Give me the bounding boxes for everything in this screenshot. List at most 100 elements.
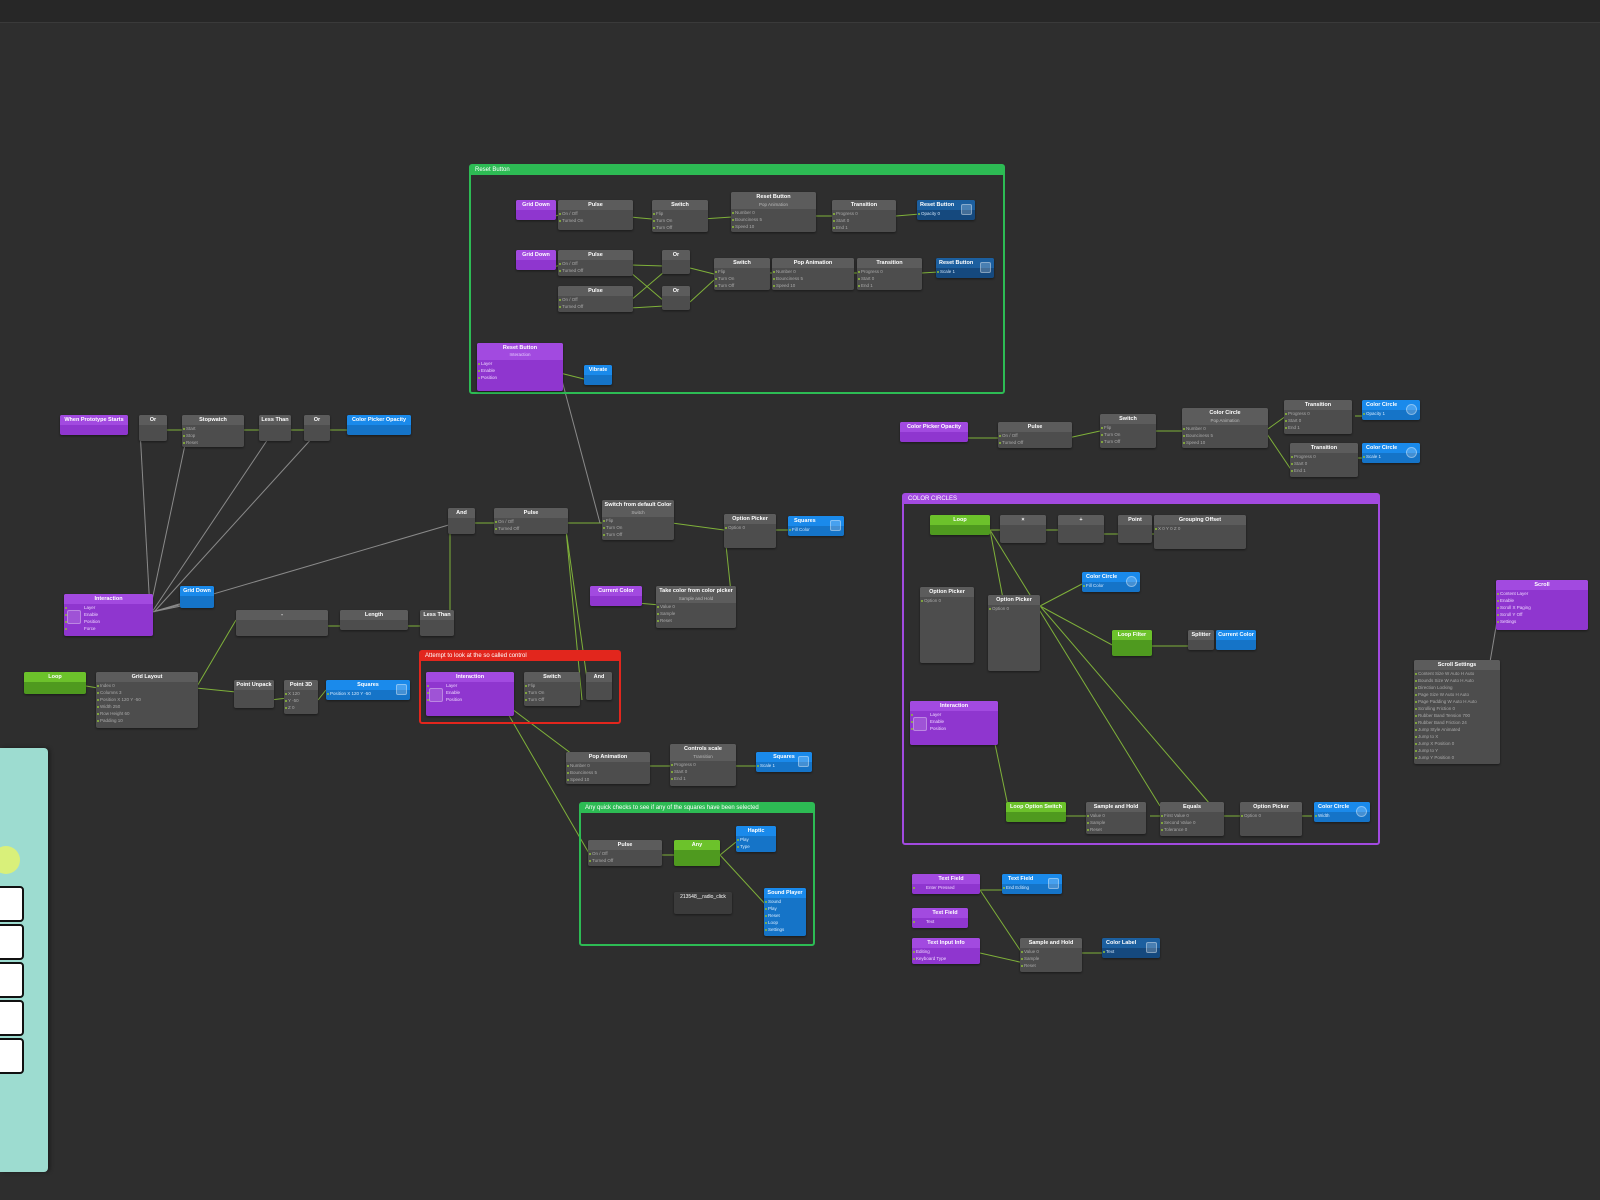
port[interactable]: Bounciness 5: [772, 275, 854, 282]
controls-scale-patch[interactable]: Controls scale Transition Progress 0 Start …: [670, 744, 736, 786]
text-field-patch[interactable]: Text Field Text: [912, 908, 968, 928]
square[interactable]: [0, 924, 24, 960]
port[interactable]: Sample: [1086, 819, 1146, 826]
port[interactable]: Index 0: [96, 682, 198, 689]
port[interactable]: Flip: [652, 210, 708, 217]
splitter-patch[interactable]: Splitter: [1188, 630, 1214, 650]
port[interactable]: Start 0: [857, 275, 922, 282]
square[interactable]: [0, 886, 24, 922]
pop-animation-patch[interactable]: Pop Animation Number 0 Bounciness 5 Speed 1…: [772, 258, 854, 290]
or-patch[interactable]: Or: [662, 286, 690, 310]
length-patch[interactable]: Length: [340, 610, 408, 630]
port[interactable]: Padding 10: [96, 717, 198, 724]
port[interactable]: Layer: [477, 360, 563, 367]
port[interactable]: Enter Pressed: [912, 884, 980, 891]
port[interactable]: Option 0: [920, 597, 974, 604]
stopwatch-patch[interactable]: Stopwatch Start Stop Reset: [182, 415, 244, 447]
port[interactable]: Progress 0: [1284, 410, 1352, 417]
port[interactable]: Option 0: [988, 605, 1040, 612]
port[interactable]: Text: [912, 918, 968, 925]
add-patch[interactable]: +: [1058, 515, 1104, 543]
or-patch[interactable]: Or: [304, 415, 330, 441]
pulse-patch[interactable]: Pulse On / Off Turned Off: [494, 508, 568, 534]
port[interactable]: Start 0: [1284, 417, 1352, 424]
port[interactable]: Position X 120 Y -50: [96, 696, 198, 703]
squares-position-patch[interactable]: Squares Position X 120 Y -50: [326, 680, 410, 700]
port[interactable]: Reset: [764, 912, 806, 919]
port[interactable]: Turn Off: [524, 696, 580, 703]
port[interactable]: Turned Off: [558, 303, 633, 310]
port[interactable]: Jump X Position 0: [1414, 740, 1500, 747]
option-picker-patch[interactable]: Option Picker Option 0: [988, 595, 1040, 671]
port[interactable]: Enable: [910, 718, 998, 725]
current-color-patch[interactable]: Current Color: [590, 586, 642, 606]
loop-option-switch-patch[interactable]: Loop Option Switch: [1006, 802, 1066, 822]
squares-scale-patch[interactable]: Squares Scale 1: [756, 752, 812, 772]
port[interactable]: Number 0: [731, 209, 816, 216]
square[interactable]: [0, 1038, 24, 1074]
less-than-patch[interactable]: Less Than: [259, 415, 291, 441]
when-prototype-starts-patch[interactable]: When Prototype Starts: [60, 415, 128, 435]
port[interactable]: Turned Off: [588, 857, 662, 864]
port[interactable]: Loop: [764, 919, 806, 926]
port[interactable]: Start: [182, 425, 244, 432]
port[interactable]: Progress 0: [1290, 453, 1358, 460]
port[interactable]: Value 0: [1020, 948, 1082, 955]
grid-down-patch[interactable]: Grid Down: [516, 200, 556, 220]
port[interactable]: Rubber Band Tension 700: [1414, 712, 1500, 719]
port[interactable]: Turn On: [714, 275, 770, 282]
reset-button-interaction-patch[interactable]: Reset Button Interaction Layer Enable Positi…: [477, 343, 563, 391]
port[interactable]: Force: [64, 625, 153, 632]
grid-down-patch[interactable]: Grid Down: [516, 250, 556, 270]
pulse-patch[interactable]: Pulse On / Off Turned Off: [558, 286, 633, 312]
port[interactable]: Scrolling Friction 0: [1414, 705, 1500, 712]
port[interactable]: Speed 10: [566, 776, 650, 783]
port[interactable]: Jump Style Animated: [1414, 726, 1500, 733]
reset-button-layer-patch[interactable]: Reset Button Scale 1: [936, 258, 994, 278]
port[interactable]: Position: [477, 374, 563, 381]
port[interactable]: Number 0: [772, 268, 854, 275]
port[interactable]: Progress 0: [832, 210, 896, 217]
port[interactable]: On / Off: [558, 296, 633, 303]
port[interactable]: Enable: [1496, 597, 1588, 604]
port[interactable]: Position: [910, 725, 998, 732]
point-unpack-patch[interactable]: Point Unpack: [234, 680, 274, 708]
color-circle-scale-patch[interactable]: Color Circle Scale 1: [1362, 443, 1420, 463]
port[interactable]: Enable: [426, 689, 514, 696]
vibrate-patch[interactable]: Vibrate: [584, 365, 612, 385]
option-picker-patch[interactable]: Option Picker Option 0: [1240, 802, 1302, 836]
port[interactable]: Rubber Band Friction 24: [1414, 719, 1500, 726]
port[interactable]: Turned On: [558, 217, 633, 224]
port[interactable]: Jump Y Position 0: [1414, 754, 1500, 761]
text-input-info-patch[interactable]: Text Input Info Editing Keyboard Type: [912, 938, 980, 964]
color-circle-width-patch[interactable]: Color Circle Width: [1314, 802, 1370, 822]
port[interactable]: Y -50: [284, 697, 318, 704]
port[interactable]: On / Off: [494, 518, 568, 525]
port[interactable]: Flip: [1100, 424, 1156, 431]
color-circle-pop-patch[interactable]: Color Circle Pop Animation Number 0 Bouncin…: [1182, 408, 1268, 448]
pulse-patch[interactable]: Pulse On / Off Turned Off: [558, 250, 633, 276]
color-circle-fill-patch[interactable]: Color Circle Fill Color: [1082, 572, 1140, 592]
color-picker-opacity-patch[interactable]: Color Picker Opacity: [900, 422, 968, 442]
port[interactable]: End 1: [832, 224, 896, 231]
multiply-patch[interactable]: ×: [1000, 515, 1046, 543]
port[interactable]: Enable: [64, 611, 153, 618]
sound-file-patch[interactable]: 213548__radio_click: [674, 892, 732, 914]
port[interactable]: Bounciness 5: [1182, 432, 1268, 439]
port[interactable]: Sample: [656, 610, 736, 617]
interaction-patch[interactable]: Interaction Layer Enable Position Force: [64, 594, 153, 636]
port[interactable]: Settings: [1496, 618, 1588, 625]
port[interactable]: Turn On: [524, 689, 580, 696]
pop-animation-patch[interactable]: Pop Animation Number 0 Bounciness 5 Speed 1…: [566, 752, 650, 784]
option-picker-patch[interactable]: Option Picker Option 0: [920, 587, 974, 663]
port[interactable]: Play: [764, 905, 806, 912]
prototype-preview[interactable]: [0, 748, 48, 1172]
color-circle[interactable]: [0, 846, 20, 874]
port[interactable]: Bounciness 5: [731, 216, 816, 223]
port[interactable]: Number 0: [1182, 425, 1268, 432]
port[interactable]: Reset: [656, 617, 736, 624]
loop-patch[interactable]: Loop: [930, 515, 990, 535]
port[interactable]: Sound: [764, 898, 806, 905]
port[interactable]: Reset: [1020, 962, 1082, 969]
port[interactable]: Option 0: [1240, 812, 1302, 819]
